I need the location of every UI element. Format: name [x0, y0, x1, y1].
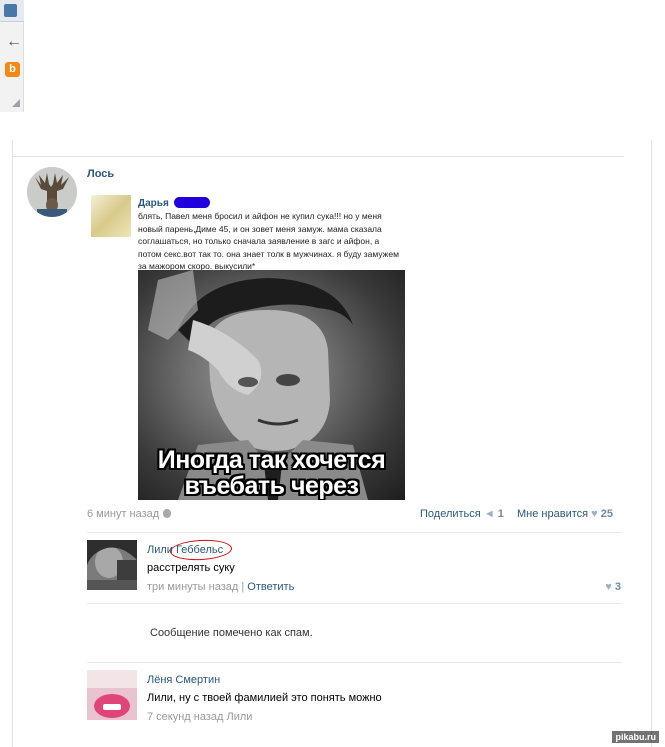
embedded-avatar [91, 195, 131, 237]
share-count: 1 [497, 508, 504, 520]
divider [87, 532, 622, 533]
comment-author[interactable]: Лёня Смертин [147, 674, 220, 686]
heart-icon: ♥ [605, 581, 612, 593]
post-time-wrap: 6 минут назад [87, 508, 172, 520]
like-button[interactable]: Мне нравится ♥ 25 [517, 508, 613, 520]
comment-meta: три минуты назад | Ответить [147, 581, 294, 593]
apple-icon [163, 509, 172, 518]
comment-time[interactable]: 7 секунд назад [147, 711, 223, 723]
comment-like-button[interactable]: ♥ 3 [605, 581, 621, 593]
share-button[interactable]: Поделиться ◄ 1 [420, 508, 504, 520]
embedded-author: Дарья [138, 198, 169, 209]
reply-to-name[interactable]: Лили [227, 711, 253, 723]
resize-corner-icon [12, 99, 20, 107]
browser-tab[interactable] [0, 0, 24, 22]
moose-avatar-icon [27, 167, 77, 217]
author-avatar[interactable] [27, 167, 77, 217]
meme-caption-line2: въебать через монитор [184, 472, 359, 500]
censor-blur [174, 197, 210, 208]
comment-like-count: 3 [614, 581, 621, 593]
post-author[interactable]: Лось [87, 168, 114, 180]
extension-icon[interactable]: b [5, 62, 20, 77]
browser-chrome: ← b [0, 0, 24, 112]
user-photo-icon [87, 540, 137, 590]
user-photo-icon [87, 670, 137, 720]
comment-time[interactable]: три минуты назад [147, 581, 238, 593]
embedded-text: блять, Павел меня бросил и айфон не купи… [138, 211, 399, 271]
like-count: 25 [600, 508, 613, 520]
meme-image: Иногда так хочется въебать через монитор [138, 270, 405, 500]
vk-tab-icon [4, 4, 17, 17]
watermark: pikabu.ru [612, 731, 659, 743]
reply-link[interactable]: Ответить [247, 581, 294, 593]
comment-text: расстрелять суку [147, 562, 235, 574]
comment-avatar[interactable] [87, 540, 137, 590]
like-label: Мне нравится [517, 508, 589, 520]
comment-meta: 7 секунд назад Лили [147, 711, 252, 723]
comment-avatar[interactable] [87, 670, 137, 720]
heart-icon: ♥ [591, 508, 598, 520]
divider [12, 156, 624, 157]
megaphone-icon: ◄ [483, 508, 495, 520]
meme-caption-line1: Иногда так хочется [157, 446, 386, 474]
post-footer: 6 минут назад Поделиться ◄ 1 Мне нравитс… [87, 508, 622, 524]
divider [87, 603, 622, 604]
divider [87, 662, 622, 663]
back-arrow-icon[interactable]: ← [6, 34, 22, 50]
spam-notice: Сообщение помечено как спам. [150, 627, 313, 639]
comment-text: Лили, ну с твоей фамилией это понять мож… [147, 692, 382, 704]
meta-separator: | [241, 581, 245, 593]
post-time[interactable]: 6 минут назад [87, 508, 159, 520]
share-label: Поделиться [420, 508, 481, 520]
post-image[interactable]: Дарья блять, Павел меня бросил и айфон н… [87, 193, 407, 501]
